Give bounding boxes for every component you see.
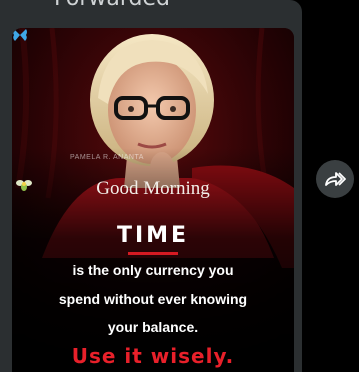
chat-screen: Forwarded [0, 0, 359, 372]
greeting-word-good: Good [96, 178, 139, 199]
headline-time: TIME [116, 223, 190, 248]
greeting-text: Good Morning [12, 178, 294, 200]
message-image[interactable]: PAMELA R. ANANTA Good Morning TIME is th… [12, 28, 294, 372]
call-to-action-text: Use it wisely. [71, 344, 235, 368]
greeting-word-morning: Morning [143, 178, 210, 199]
forward-share-button[interactable] [316, 160, 354, 198]
photo-watermark: PAMELA R. ANANTA [70, 154, 144, 161]
forward-share-icon [325, 172, 346, 186]
quote-line: is the only currency you [72, 262, 234, 278]
flower-icon [16, 180, 32, 191]
quote-line: your balance. [107, 319, 199, 335]
headline-underline [128, 252, 178, 255]
quote-line: spend without ever knowing [58, 291, 248, 307]
message-bubble[interactable]: Forwarded [0, 0, 302, 372]
butterfly-icon [13, 29, 27, 41]
forwarded-label: Forwarded [54, 0, 170, 11]
